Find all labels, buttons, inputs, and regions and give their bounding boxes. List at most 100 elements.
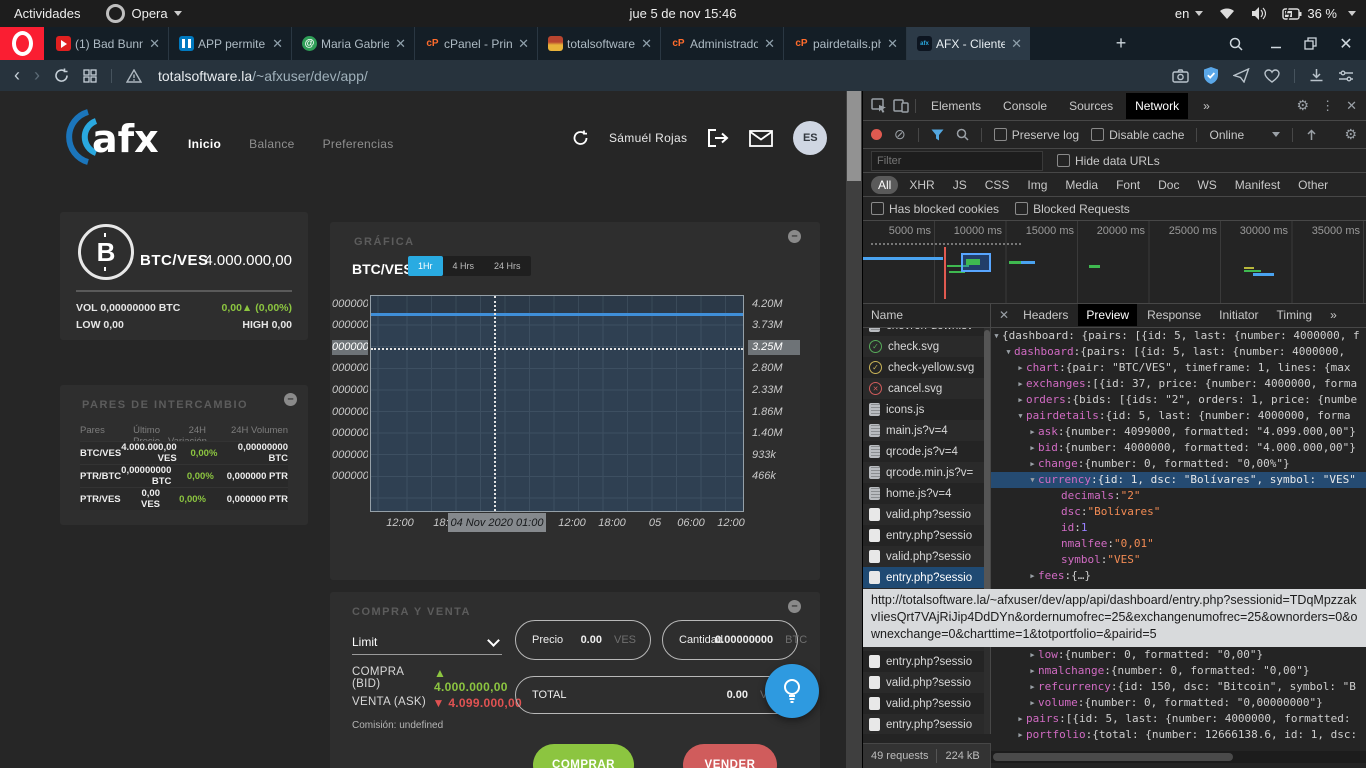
nav-item[interactable]: Balance <box>249 137 294 151</box>
expand-arrow-icon[interactable] <box>1015 711 1026 727</box>
network-timeline-overview[interactable]: 5000 ms10000 ms15000 ms20000 ms25000 ms3… <box>863 221 1366 304</box>
request-detail-tab[interactable]: Headers <box>1015 304 1076 326</box>
browser-tab[interactable]: totalsoftware ✕ <box>538 27 661 60</box>
request-row[interactable]: valid.php?sessio <box>863 672 990 693</box>
expand-arrow-icon[interactable] <box>1050 552 1061 568</box>
json-tree-line[interactable]: ask : {number: 4099000, formatted: "4.09… <box>991 424 1366 440</box>
browser-tab[interactable]: cPanel - Princ ✕ <box>415 27 538 60</box>
request-type-filter[interactable]: Manifest <box>1228 176 1287 194</box>
request-row[interactable]: cancel.svg <box>863 378 990 399</box>
expand-arrow-icon[interactable] <box>1050 504 1061 520</box>
site-security-warning-icon[interactable] <box>126 69 142 83</box>
sell-button[interactable]: VENDER <box>683 744 777 768</box>
request-row[interactable]: valid.php?sessio <box>863 693 990 714</box>
expand-arrow-icon[interactable] <box>1027 679 1038 695</box>
maximize-window-button[interactable] <box>1296 27 1324 60</box>
request-list-scrollbar[interactable] <box>984 328 990 734</box>
forward-button[interactable]: › <box>34 65 40 86</box>
request-row[interactable]: entry.php?sessio <box>863 525 990 546</box>
my-flow-send-icon[interactable] <box>1233 68 1250 83</box>
battery-indicator[interactable]: 36 % <box>1282 0 1356 27</box>
devtools-panel-tab[interactable]: Elements <box>922 93 990 119</box>
json-tree-line[interactable]: currency : {id: 1, dsc: "Bolívares", sym… <box>991 472 1366 488</box>
json-tree-line[interactable]: chart : {pair: "BTC/VES", timeframe: 1, … <box>991 360 1366 376</box>
request-row[interactable]: qrcode.min.js?v= <box>863 462 990 483</box>
json-tree-line[interactable]: dsc : "Bolívares" <box>991 504 1366 520</box>
blocked-requests-checkbox[interactable]: Blocked Requests <box>1015 202 1130 216</box>
close-detail-icon[interactable]: ✕ <box>995 308 1013 322</box>
request-row[interactable]: entry.php?sessio <box>863 651 990 672</box>
request-type-filter[interactable]: CSS <box>978 176 1017 194</box>
devtools-panel-tab[interactable]: Sources <box>1060 93 1122 119</box>
json-tree-line[interactable]: id : 1 <box>991 520 1366 536</box>
request-row[interactable]: home.js?v=4 <box>863 483 990 504</box>
tab-close-icon[interactable]: ✕ <box>270 36 285 52</box>
mail-icon[interactable] <box>749 130 773 147</box>
reload-button[interactable] <box>54 68 69 83</box>
request-row[interactable]: valid.php?sessio <box>863 546 990 567</box>
order-type-select[interactable]: Limit <box>352 630 502 655</box>
clock[interactable]: jue 5 de nov 15:46 <box>0 0 1366 27</box>
throttling-select[interactable]: Online <box>1209 128 1280 142</box>
timeframe-tab[interactable]: 4 Hrs <box>443 256 485 276</box>
preserve-log-checkbox[interactable]: Preserve log <box>994 128 1079 142</box>
expand-arrow-icon[interactable] <box>1015 727 1026 743</box>
close-devtools-icon[interactable]: ✕ <box>1346 98 1357 114</box>
pair-row[interactable]: PTR/VES 0,00 VES 0,00% 0,000000 PTR <box>80 487 288 510</box>
tab-close-icon[interactable]: ✕ <box>147 36 162 52</box>
wifi-icon[interactable] <box>1219 8 1235 20</box>
request-type-filter[interactable]: WS <box>1190 176 1223 194</box>
price-chart-plot[interactable] <box>370 295 744 512</box>
tab-search-button[interactable] <box>1222 27 1250 60</box>
collapse-panel-button[interactable]: – <box>788 230 801 243</box>
expand-arrow-icon[interactable] <box>1027 568 1038 584</box>
filter-funnel-icon[interactable] <box>931 129 944 141</box>
devtools-panel-tab[interactable]: Network <box>1126 93 1188 119</box>
browser-tab[interactable]: pairdetails.ph ✕ <box>784 27 907 60</box>
json-tree-line[interactable]: bid : {number: 4000000, formatted: "4.00… <box>991 440 1366 456</box>
import-har-icon[interactable] <box>1305 128 1318 141</box>
more-panels-button[interactable]: » <box>1194 93 1219 119</box>
settings-sliders-icon[interactable] <box>1338 69 1354 83</box>
expand-arrow-icon[interactable] <box>1027 456 1038 472</box>
scrollbar-thumb[interactable] <box>993 753 1233 761</box>
request-detail-tab[interactable]: Response <box>1139 304 1209 326</box>
json-tree-line[interactable]: refcurrency : {id: 150, dsc: "Bitcoin", … <box>991 679 1366 695</box>
browser-tab[interactable]: Maria Gabriel ✕ <box>292 27 415 60</box>
collapse-panel-button[interactable]: – <box>788 600 801 613</box>
tab-close-icon[interactable]: ✕ <box>393 36 408 52</box>
pair-row[interactable]: BTC/VES 4.000.000,00 VES 0,00% 0,0000000… <box>80 441 288 464</box>
request-type-filter[interactable]: All <box>871 176 898 194</box>
more-detail-tabs-button[interactable]: » <box>1322 304 1345 326</box>
expand-arrow-icon[interactable] <box>1050 520 1061 536</box>
back-button[interactable]: ‹ <box>14 65 20 86</box>
expand-arrow-icon[interactable] <box>1027 472 1038 488</box>
browser-tab[interactable]: AFX - Cliente ✕ <box>907 27 1030 60</box>
volume-icon[interactable] <box>1251 7 1266 20</box>
has-blocked-cookies-checkbox[interactable]: Has blocked cookies <box>871 202 999 216</box>
json-tree-line[interactable]: low : {number: 0, formatted: "0,00"} <box>991 647 1366 663</box>
request-detail-tab[interactable]: Initiator <box>1211 304 1266 326</box>
expand-arrow-icon[interactable] <box>1015 360 1026 376</box>
devtools-panel-tab[interactable]: Console <box>994 93 1056 119</box>
request-row[interactable]: main.js?v=4 <box>863 420 990 441</box>
minimize-window-button[interactable] <box>1262 27 1290 60</box>
request-type-filter[interactable]: Img <box>1020 176 1054 194</box>
timeframe-tab[interactable]: 1Hr <box>408 256 443 276</box>
price-input[interactable]: Precio 0.00 VES <box>515 620 651 660</box>
scrollbar-thumb[interactable] <box>847 91 861 181</box>
timeframe-tab[interactable]: 24 Hrs <box>484 256 531 276</box>
search-network-icon[interactable] <box>956 128 969 141</box>
json-tree-line[interactable]: symbol : "VES" <box>991 552 1366 568</box>
request-table-header[interactable]: Name <box>863 303 991 328</box>
avatar[interactable]: ES <box>793 121 827 155</box>
request-row[interactable]: entry.php?sessio <box>863 567 990 588</box>
json-tree-line[interactable]: {dashboard: {pairs: [{id: 5, last: {numb… <box>991 328 1366 344</box>
opera-logo-button[interactable] <box>0 27 44 60</box>
request-row[interactable]: check.svg <box>863 336 990 357</box>
url-field[interactable]: totalsoftware.la /~afxuser/dev/app/ <box>158 68 368 84</box>
preview-horizontal-scrollbar[interactable] <box>991 751 1366 763</box>
browser-tab[interactable]: (1) Bad Bunny ✕ <box>46 27 169 60</box>
scrollbar-thumb[interactable] <box>984 330 990 620</box>
nav-item[interactable]: Preferencias <box>323 137 394 151</box>
